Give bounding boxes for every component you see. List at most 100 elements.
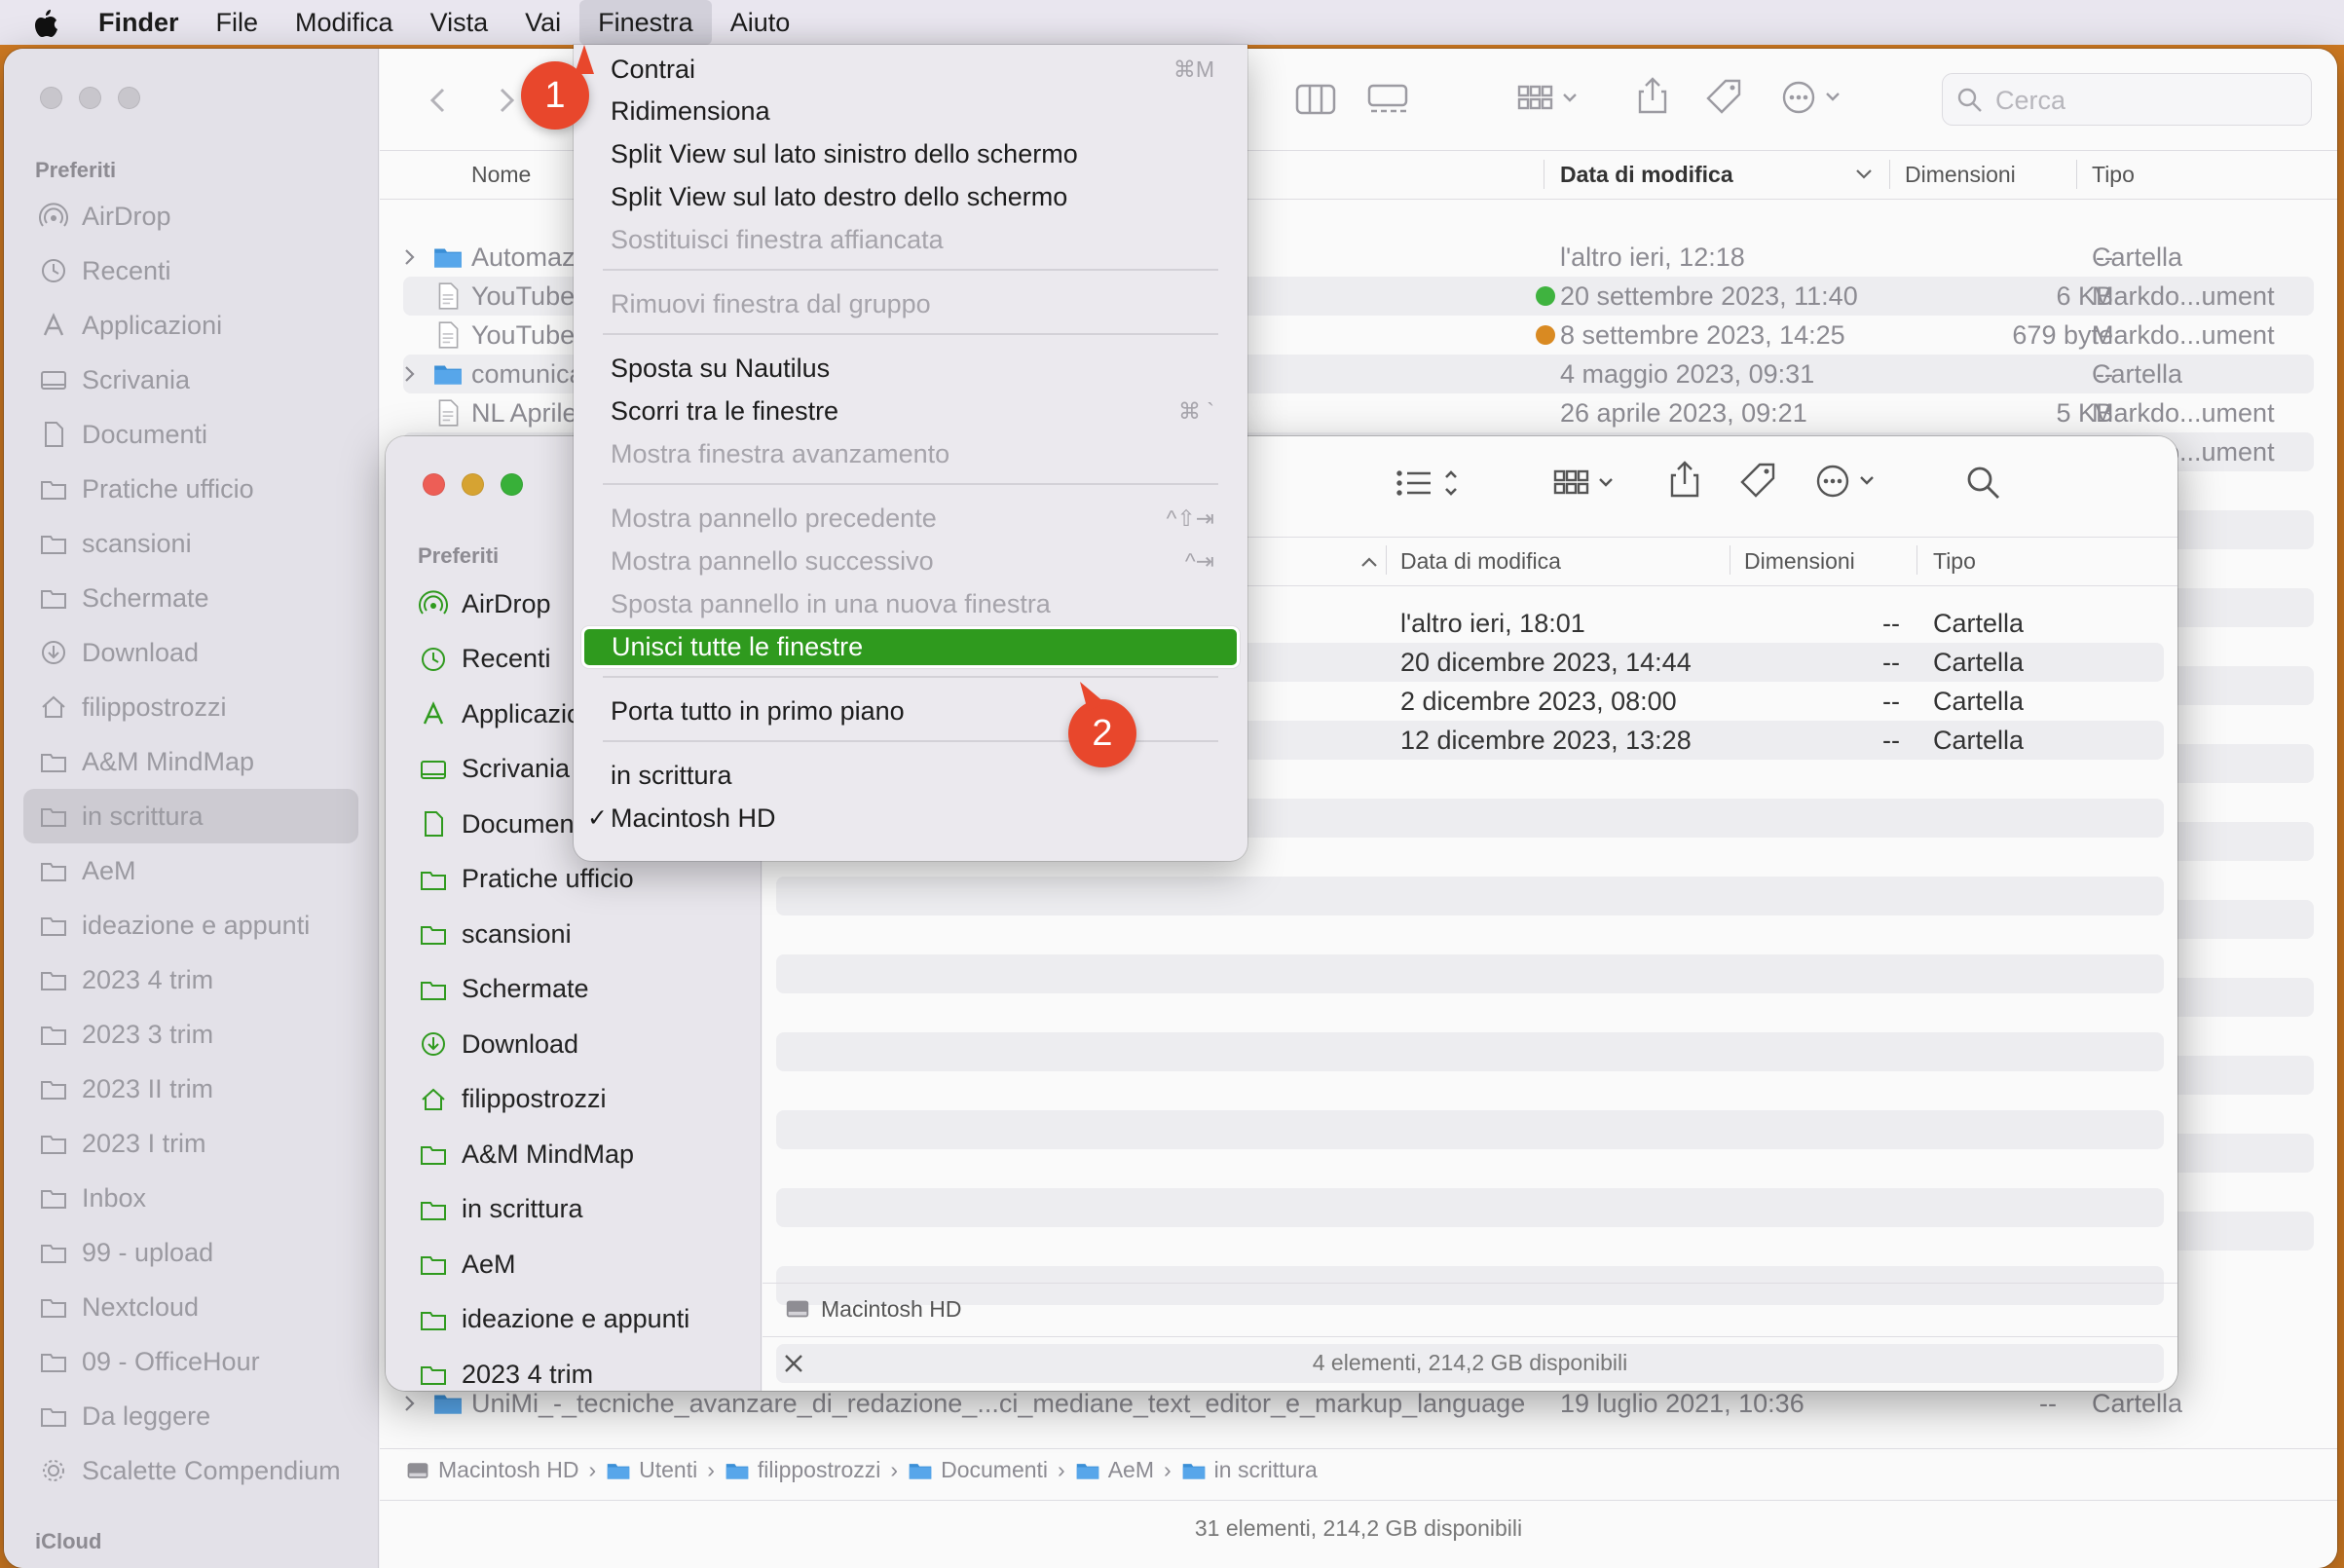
sidebar-item-scalette-compendium[interactable]: Scalette Compendium bbox=[23, 1443, 358, 1498]
column-header-date[interactable]: Data di modifica bbox=[1400, 548, 1561, 575]
sidebar-item-aem[interactable]: AeM bbox=[23, 843, 358, 898]
column-header-kind[interactable]: Tipo bbox=[1933, 548, 1976, 575]
menu-item-macintosh-hd[interactable]: Macintosh HD ✓ bbox=[585, 798, 1236, 840]
sidebar-item-pratiche-ufficio[interactable]: Pratiche ufficio bbox=[23, 462, 358, 516]
menu-item-contrai[interactable]: Contrai ⌘M bbox=[585, 49, 1236, 91]
sidebar-item-label: AeM bbox=[462, 1249, 516, 1279]
menu-item-mostra-pannello-successivo: Mostra pannello successivo ^⇥ bbox=[585, 541, 1236, 582]
search-icon[interactable] bbox=[1966, 466, 2001, 505]
window-controls[interactable] bbox=[40, 87, 140, 109]
sidebar-item-ideazione-e-appunti[interactable]: ideazione e appunti bbox=[23, 898, 358, 952]
disclosure-icon[interactable] bbox=[403, 355, 417, 393]
menu-item-in-scrittura[interactable]: in scrittura bbox=[585, 755, 1236, 797]
menu-modifica[interactable]: Modifica bbox=[277, 0, 412, 45]
tag-icon[interactable] bbox=[1704, 78, 1743, 122]
sidebar-item-scansioni[interactable]: scansioni bbox=[386, 907, 761, 961]
gallery-view-icon[interactable] bbox=[1367, 83, 1408, 121]
more-actions-icon[interactable] bbox=[1816, 464, 1884, 504]
sidebar-item-99-upload[interactable]: 99 - upload bbox=[23, 1225, 358, 1280]
sidebar-item-09-officehour[interactable]: 09 - OfficeHour bbox=[23, 1334, 358, 1389]
path-item[interactable]: AeM bbox=[1075, 1457, 1154, 1483]
column-header-size[interactable]: Dimensioni bbox=[1905, 162, 2016, 188]
menu-item-split-view-sul-lato-destro-dello-schermo[interactable]: Split View sul lato destro dello schermo bbox=[585, 176, 1236, 218]
sidebar-item-in-scrittura[interactable]: in scrittura bbox=[386, 1182, 761, 1237]
sidebar-item-2023-4-trim[interactable]: 2023 4 trim bbox=[386, 1347, 761, 1391]
sidebar-item-ideazione-e-appunti[interactable]: ideazione e appunti bbox=[386, 1292, 761, 1347]
sidebar-item-download[interactable]: Download bbox=[23, 625, 358, 680]
forward-icon[interactable] bbox=[495, 86, 518, 120]
menu-finestra[interactable]: Finestra bbox=[579, 0, 712, 45]
menu-aiuto[interactable]: Aiuto bbox=[712, 0, 809, 45]
sidebar-item-download[interactable]: Download bbox=[386, 1017, 761, 1071]
share-icon[interactable] bbox=[1636, 76, 1669, 120]
column-view-icon[interactable] bbox=[1295, 83, 1336, 121]
sidebar-item-da-leggere[interactable]: Da leggere bbox=[23, 1389, 358, 1443]
group-icon[interactable] bbox=[1517, 81, 1585, 121]
row-kind: Cartella bbox=[1933, 648, 2025, 677]
group-icon[interactable] bbox=[1553, 466, 1621, 505]
sidebar-item-applicazioni[interactable]: Applicazioni bbox=[23, 298, 358, 353]
back-icon[interactable] bbox=[427, 86, 450, 120]
window-controls[interactable] bbox=[423, 473, 523, 496]
path-item[interactable]: in scrittura bbox=[1181, 1457, 1318, 1483]
menu-item-label: Mostra pannello precedente bbox=[611, 504, 937, 533]
sidebar-item-schermate[interactable]: Schermate bbox=[23, 571, 358, 625]
apple-logo-icon[interactable] bbox=[0, 0, 80, 45]
folder-icon bbox=[39, 1347, 68, 1376]
menu-finder[interactable]: Finder bbox=[80, 0, 198, 45]
menu-vai[interactable]: Vai bbox=[506, 0, 579, 45]
path-item[interactable]: Macintosh HD bbox=[821, 1296, 961, 1323]
sidebar-item-inbox[interactable]: Inbox bbox=[23, 1171, 358, 1225]
column-header-name[interactable]: Nome bbox=[471, 162, 531, 188]
menu-item-porta-tutto-in-primo-piano[interactable]: Porta tutto in primo piano bbox=[585, 691, 1236, 732]
sidebar-item-a-m-mindmap[interactable]: A&M MindMap bbox=[386, 1127, 761, 1181]
menu-file[interactable]: File bbox=[198, 0, 278, 45]
sidebar-item-filippostrozzi[interactable]: filippostrozzi bbox=[386, 1072, 761, 1127]
disclosure-icon[interactable] bbox=[403, 238, 417, 277]
menu-vista[interactable]: Vista bbox=[412, 0, 507, 45]
sidebar-item-scansioni[interactable]: scansioni bbox=[23, 516, 358, 571]
status-bar: 4 elementi, 214,2 GB disponibili bbox=[1312, 1350, 1628, 1375]
minimize-button[interactable] bbox=[462, 473, 484, 496]
menu-item-scorri-tra-le-finestre[interactable]: Scorri tra le finestre ⌘ ` bbox=[585, 391, 1236, 432]
column-header-date[interactable]: Data di modifica bbox=[1560, 162, 1733, 188]
list-view-icon[interactable] bbox=[1395, 466, 1464, 505]
path-item[interactable]: Macintosh HD bbox=[405, 1457, 578, 1483]
clock-icon bbox=[39, 256, 68, 285]
sidebar-item-airdrop[interactable]: AirDrop bbox=[23, 189, 358, 243]
path-item[interactable]: Documenti bbox=[908, 1457, 1048, 1483]
column-header-kind[interactable]: Tipo bbox=[2092, 162, 2135, 188]
column-header-size[interactable]: Dimensioni bbox=[1744, 548, 1855, 575]
sidebar-item-2023-3-trim[interactable]: 2023 3 trim bbox=[23, 1007, 358, 1062]
path-item[interactable]: filippostrozzi bbox=[725, 1457, 880, 1483]
sidebar-item-2023-4-trim[interactable]: 2023 4 trim bbox=[23, 952, 358, 1007]
sidebar-item-label: Schermate bbox=[462, 974, 589, 1003]
menu-item-sposta-su-nautilus[interactable]: Sposta su Nautilus bbox=[585, 348, 1236, 390]
menu-item-ridimensiona[interactable]: Ridimensiona bbox=[585, 91, 1236, 132]
sidebar-item-a-m-mindmap[interactable]: A&M MindMap bbox=[23, 734, 358, 789]
sidebar-item-documenti[interactable]: Documenti bbox=[23, 407, 358, 462]
menu-item-split-view-sul-lato-sinistro-dello-schermo[interactable]: Split View sul lato sinistro dello scher… bbox=[585, 133, 1236, 175]
path-item-label: Macintosh HD bbox=[438, 1457, 579, 1482]
sidebar-item-filippostrozzi[interactable]: filippostrozzi bbox=[23, 680, 358, 734]
sidebar-item-recenti[interactable]: Recenti bbox=[23, 243, 358, 298]
sidebar-item-2023-ii-trim[interactable]: 2023 II trim bbox=[23, 1062, 358, 1116]
search-field[interactable]: Cerca bbox=[1942, 73, 2312, 126]
tag-icon[interactable] bbox=[1738, 462, 1777, 505]
menu-item-unisci-tutte-le-finestre[interactable]: Unisci tutte le finestre bbox=[581, 626, 1240, 668]
sidebar-item-schermate[interactable]: Schermate bbox=[386, 962, 761, 1017]
share-icon[interactable] bbox=[1668, 460, 1701, 504]
more-actions-icon[interactable] bbox=[1782, 80, 1850, 120]
sidebar-item-scrivania[interactable]: Scrivania bbox=[23, 353, 358, 407]
menu-item-rimuovi-finestra-dal-gruppo: Rimuovi finestra dal gruppo bbox=[585, 283, 1236, 325]
sidebar-item-aem[interactable]: AeM bbox=[386, 1237, 761, 1291]
sidebar-item-in-scrittura[interactable]: in scrittura bbox=[23, 789, 358, 843]
folder-icon bbox=[419, 975, 448, 1004]
menu-item-mostra-pannello-precedente: Mostra pannello precedente ^⇧⇥ bbox=[585, 498, 1236, 540]
close-button[interactable] bbox=[423, 473, 445, 496]
path-item[interactable]: Utenti bbox=[606, 1457, 697, 1483]
sidebar-item-2023-i-trim[interactable]: 2023 I trim bbox=[23, 1116, 358, 1171]
sidebar-item-nextcloud[interactable]: Nextcloud bbox=[23, 1280, 358, 1334]
row-date: 2 dicembre 2023, 08:00 bbox=[1400, 687, 1677, 716]
zoom-button[interactable] bbox=[501, 473, 523, 496]
